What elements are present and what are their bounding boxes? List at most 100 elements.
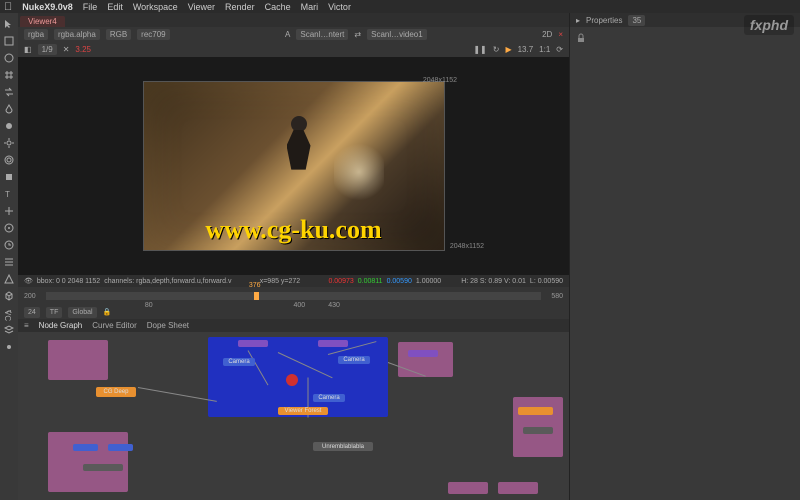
- gain-icon[interactable]: ✕: [63, 45, 70, 54]
- backdrop-node[interactable]: [398, 342, 453, 377]
- viewport[interactable]: 2048x1152 2048x1152 www.cg-ku.com: [18, 57, 569, 275]
- tab-node-graph[interactable]: Node Graph: [39, 321, 83, 330]
- loop-icon[interactable]: ↻: [493, 45, 500, 54]
- backdrop-node[interactable]: [48, 432, 128, 492]
- cursor-icon[interactable]: [2, 17, 16, 31]
- aspect-value[interactable]: 1/9: [38, 44, 57, 55]
- global-select[interactable]: Global: [68, 307, 96, 318]
- svg-text:T: T: [5, 190, 10, 199]
- dot-node[interactable]: [286, 374, 298, 386]
- read-node[interactable]: [73, 444, 98, 451]
- frame-end[interactable]: 580: [551, 293, 563, 300]
- backdrop-blue[interactable]: [208, 337, 388, 417]
- viewer-tab[interactable]: Viewer4: [20, 16, 65, 27]
- scene-node[interactable]: [408, 350, 438, 357]
- channels-readout: channels: rgba,depth,forward.u,forward.v: [104, 278, 231, 285]
- input-a-label[interactable]: A: [285, 30, 290, 39]
- node[interactable]: [518, 407, 553, 415]
- channel-select-a[interactable]: rgba: [24, 29, 48, 40]
- scene-node[interactable]: [318, 340, 348, 347]
- drop-icon[interactable]: [2, 102, 16, 116]
- fps-value: 13.7: [518, 45, 534, 54]
- channel-select-b[interactable]: rgba.alpha: [54, 29, 100, 40]
- tf-select[interactable]: TF: [46, 307, 63, 318]
- ring-icon[interactable]: [2, 153, 16, 167]
- menu-render[interactable]: Render: [225, 2, 255, 12]
- tool-palette: T: [0, 13, 18, 500]
- read-node[interactable]: [108, 444, 133, 451]
- apple-icon[interactable]: : [4, 1, 12, 13]
- menu-file[interactable]: File: [83, 2, 98, 12]
- small-node[interactable]: [498, 482, 538, 494]
- ratio-value[interactable]: 1:1: [539, 45, 550, 54]
- timeline[interactable]: 200 376 80 400 430 580: [18, 287, 569, 305]
- current-frame: 376: [249, 282, 261, 289]
- status-bar: 👁 bbox: 0 0 2048 1152 channels: rgba,dep…: [18, 275, 569, 287]
- layers-icon[interactable]: [2, 323, 16, 337]
- green-value: 0.00811: [358, 278, 383, 285]
- fps-select[interactable]: 24: [24, 307, 40, 318]
- resolution-label-top: 2048x1152: [423, 77, 457, 84]
- plus-icon[interactable]: [2, 204, 16, 218]
- grid-icon[interactable]: [2, 68, 16, 82]
- small-node[interactable]: [448, 482, 488, 494]
- target-icon[interactable]: [2, 221, 16, 235]
- play-icon[interactable]: ▶: [505, 45, 511, 54]
- camera-node[interactable]: Camera: [223, 358, 255, 366]
- lum-readout: L: 0.00590: [530, 278, 563, 285]
- viewer-node[interactable]: Viewer Forest: [278, 407, 328, 415]
- tab-curve-editor[interactable]: Curve Editor: [92, 321, 136, 330]
- aspect-icon[interactable]: ◧: [24, 45, 32, 54]
- properties-panel: ▸ Properties 35: [569, 13, 800, 500]
- menu-icon[interactable]: ≡: [24, 321, 29, 330]
- app-title: NukeX9.0v8: [22, 2, 73, 12]
- gear-icon[interactable]: [2, 136, 16, 150]
- unprem-node[interactable]: Unremblablabla: [313, 442, 373, 451]
- merge-node[interactable]: [83, 464, 123, 471]
- menu-cache[interactable]: Cache: [265, 2, 291, 12]
- channel-select-c[interactable]: RGB: [106, 29, 131, 40]
- text-icon[interactable]: T: [2, 187, 16, 201]
- properties-count[interactable]: 35: [628, 15, 645, 26]
- cube-icon[interactable]: [2, 289, 16, 303]
- menu-victor[interactable]: Victor: [328, 2, 351, 12]
- select-icon[interactable]: [2, 34, 16, 48]
- menu-viewer[interactable]: Viewer: [188, 2, 215, 12]
- refresh-icon[interactable]: ⟳: [556, 45, 563, 54]
- frame-start[interactable]: 200: [24, 293, 36, 300]
- link-icon[interactable]: ⇄: [354, 30, 361, 39]
- gain-value[interactable]: 3.25: [75, 45, 91, 54]
- camera-node[interactable]: Camera: [338, 356, 370, 364]
- lock-icon[interactable]: [576, 33, 586, 43]
- timeline-track[interactable]: 376 80 400 430: [46, 292, 542, 300]
- prop-toggle-icon[interactable]: ▸: [576, 16, 580, 25]
- cgdeep-node[interactable]: CG Deep: [96, 387, 136, 397]
- node-graph[interactable]: Camera Camera Camera Viewer Forest CG De…: [18, 332, 569, 500]
- menu-mari[interactable]: Mari: [301, 2, 319, 12]
- scene-node[interactable]: [238, 340, 268, 347]
- menu-edit[interactable]: Edit: [107, 2, 123, 12]
- bars-icon[interactable]: [2, 255, 16, 269]
- node[interactable]: [523, 427, 553, 434]
- tab-dope-sheet[interactable]: Dope Sheet: [147, 321, 189, 330]
- circle-icon[interactable]: [2, 51, 16, 65]
- close-icon[interactable]: ×: [558, 30, 563, 39]
- dot-icon[interactable]: [2, 340, 16, 354]
- clock-icon[interactable]: [2, 238, 16, 252]
- eye-icon[interactable]: 👁: [24, 277, 33, 285]
- swap-icon[interactable]: [2, 85, 16, 99]
- pause-icon[interactable]: ❚❚: [473, 45, 486, 54]
- playhead[interactable]: [254, 292, 259, 300]
- scan-select[interactable]: Scanl…ntert: [296, 29, 348, 40]
- scan-select-b[interactable]: Scanl…video1: [367, 29, 427, 40]
- paint-icon[interactable]: [2, 119, 16, 133]
- square-icon[interactable]: [2, 170, 16, 184]
- lock-icon[interactable]: 🔒: [103, 308, 112, 316]
- hsv-readout: H: 28 S: 0.89 V: 0.01: [461, 278, 526, 285]
- camera-node[interactable]: Camera: [313, 394, 345, 402]
- display-mode[interactable]: 2D: [542, 30, 552, 39]
- triangle-icon[interactable]: [2, 272, 16, 286]
- backdrop-node[interactable]: [48, 340, 108, 380]
- channel-select-d[interactable]: rec709: [137, 29, 169, 40]
- menu-workspace[interactable]: Workspace: [133, 2, 178, 12]
